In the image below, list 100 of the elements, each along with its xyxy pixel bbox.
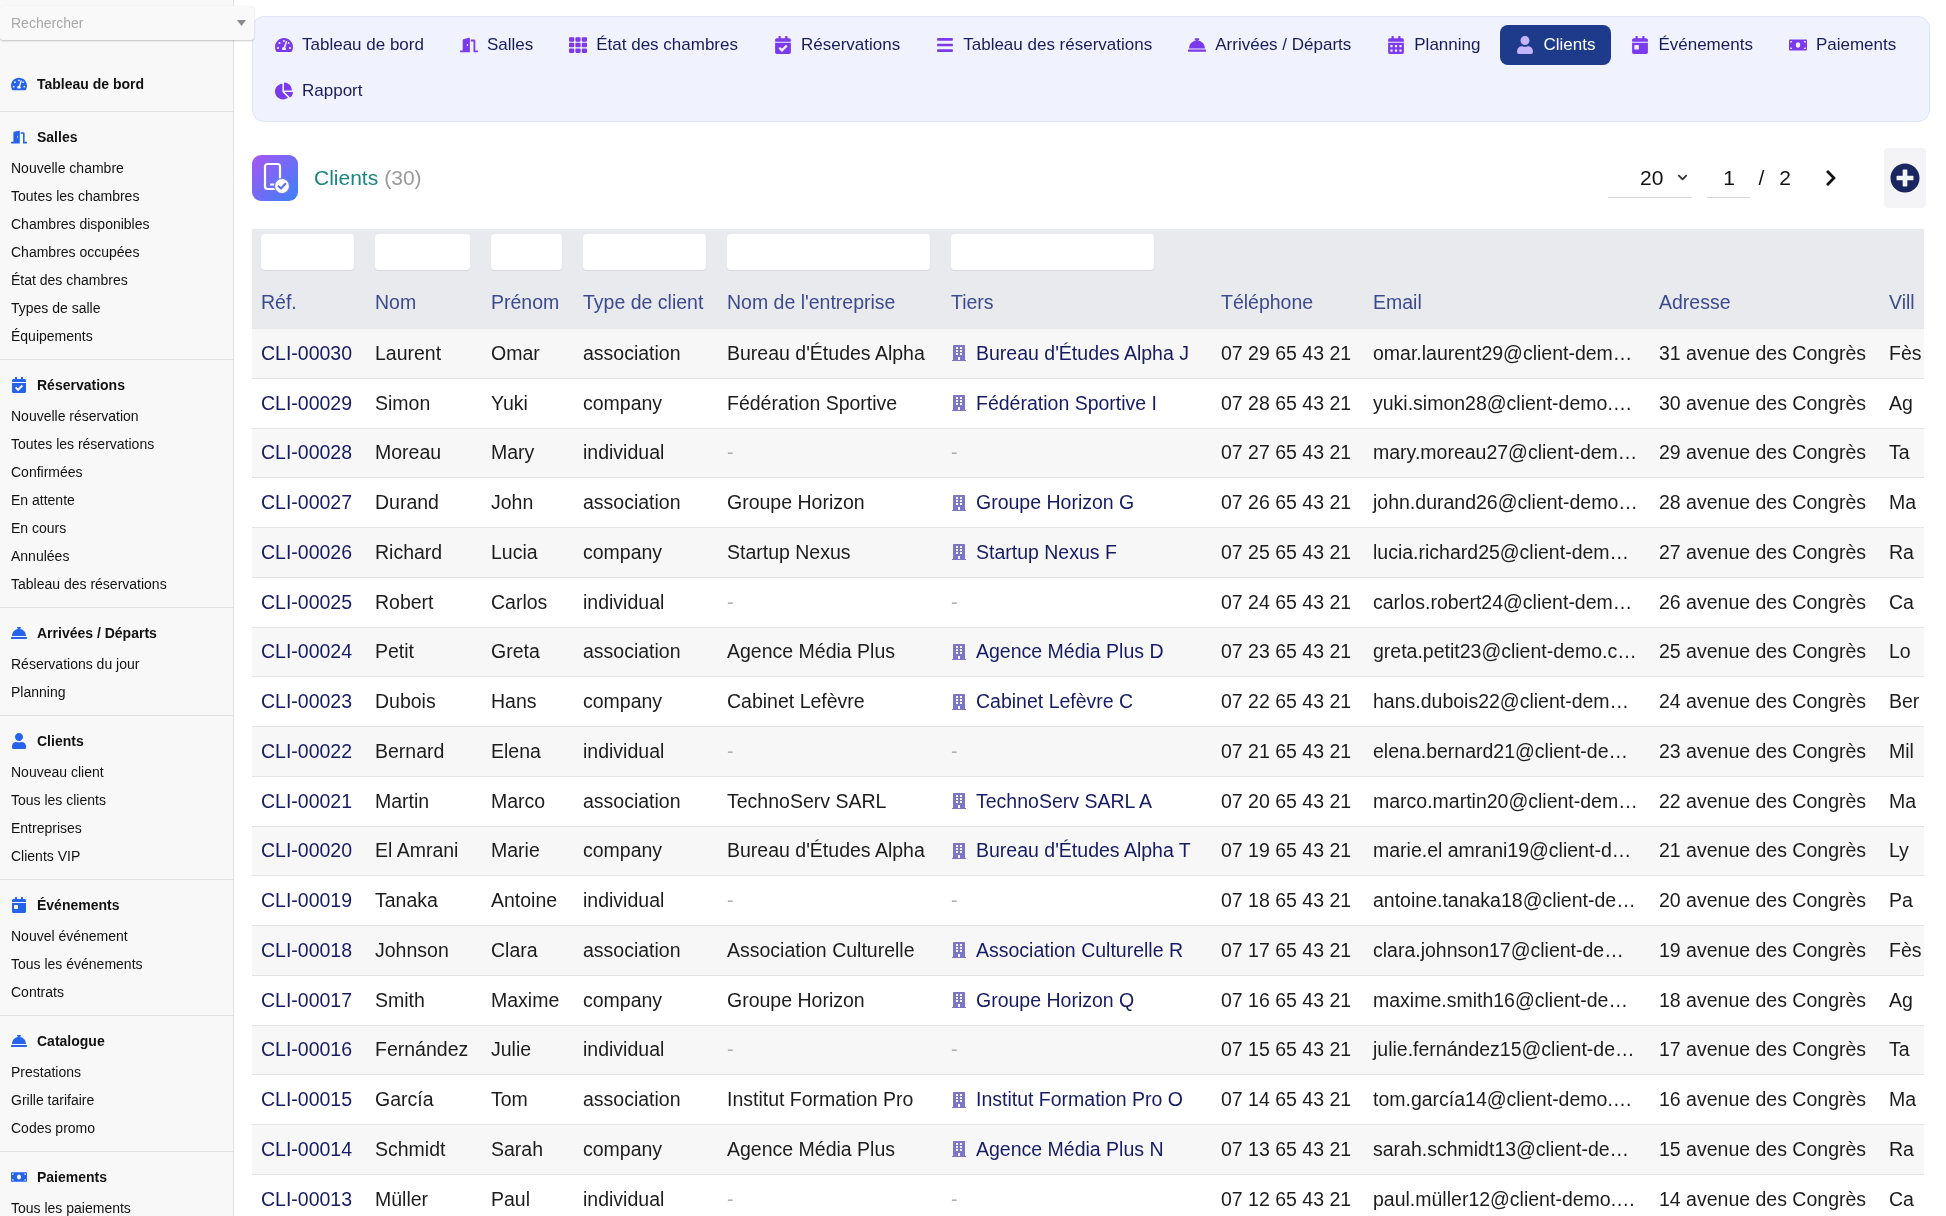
add-button[interactable]	[1884, 148, 1926, 208]
sidebar-link[interactable]: Nouveau client	[11, 764, 104, 780]
sidebar-link[interactable]: Contrats	[11, 984, 64, 1000]
sidebar-link[interactable]: Confirmées	[11, 464, 83, 480]
nav-tab[interactable]: Rapport	[259, 71, 379, 111]
sidebar-link[interactable]: Codes promo	[11, 1120, 96, 1136]
sidebar-link[interactable]: Clients VIP	[11, 848, 81, 864]
client-ref-link[interactable]: CLI-00030	[261, 341, 353, 365]
client-type: company	[583, 1137, 663, 1161]
nav-tab[interactable]: Tableau des réservations	[920, 25, 1169, 65]
client-ref-link[interactable]: CLI-00017	[261, 988, 353, 1012]
sidebar-heading[interactable]: Paiements	[11, 1163, 108, 1191]
sidebar-link[interactable]: Tous les clients	[11, 792, 106, 808]
client-ref-link[interactable]: CLI-00020	[261, 839, 353, 863]
nav-tab[interactable]: Clients	[1500, 25, 1612, 65]
filter-field[interactable]	[375, 234, 470, 270]
client-ref-link[interactable]: CLI-00014	[261, 1137, 353, 1161]
sidebar-link[interactable]: Chambres disponibles	[11, 216, 150, 232]
phone-number: 07 13 65 43 21	[1221, 1137, 1352, 1161]
nav-tab[interactable]: Événements	[1615, 25, 1769, 65]
street-address: 30 avenue des Congrès	[1659, 391, 1867, 415]
nav-tab[interactable]: Réservations	[758, 25, 917, 65]
filter-field[interactable]	[727, 234, 930, 270]
sidebar-link[interactable]: Tableau des réservations	[11, 576, 167, 592]
sidebar-link[interactable]: Nouvel événement	[11, 928, 128, 944]
sidebar-link[interactable]: Réservations du jour	[11, 656, 140, 672]
sidebar-heading[interactable]: Arrivées / Départs	[11, 619, 157, 647]
sidebar-link[interactable]: Planning	[11, 684, 66, 700]
bell-icon	[1188, 36, 1207, 54]
client-ref-link[interactable]: CLI-00022	[261, 739, 353, 763]
tiers-link[interactable]: Bureau d'Études Alpha J	[976, 341, 1189, 365]
page-input[interactable]: 1	[1707, 158, 1751, 198]
sidebar-link[interactable]: Équipements	[11, 328, 93, 344]
nav-tab[interactable]: État des chambres	[553, 25, 754, 65]
tiers-link[interactable]: Groupe Horizon Q	[976, 988, 1135, 1012]
filter-field[interactable]	[261, 234, 354, 270]
last-name: Fernández	[375, 1038, 469, 1062]
sidebar-link[interactable]: Chambres occupées	[11, 244, 140, 260]
sidebar-heading[interactable]: Tableau de bord	[11, 70, 145, 98]
sidebar-link[interactable]: Entreprises	[11, 820, 82, 836]
search-field[interactable]: Rechercher	[0, 6, 254, 40]
client-ref-link[interactable]: CLI-00019	[261, 889, 353, 913]
tiers-link[interactable]: Agence Média Plus N	[976, 1137, 1164, 1161]
client-ref-link[interactable]: CLI-00025	[261, 590, 353, 614]
page-size-select[interactable]: 20	[1608, 158, 1693, 198]
phone-number: 07 16 65 43 21	[1221, 988, 1352, 1012]
first-name: Julie	[491, 1038, 532, 1062]
client-ref-link[interactable]: CLI-00024	[261, 640, 353, 664]
client-ref-link[interactable]: CLI-00027	[261, 491, 353, 515]
client-ref-link[interactable]: CLI-00026	[261, 540, 353, 564]
sidebar-link[interactable]: Annulées	[11, 548, 70, 564]
client-ref-link[interactable]: CLI-00015	[261, 1088, 353, 1112]
sidebar-link[interactable]: Grille tarifaire	[11, 1092, 95, 1108]
client-ref-link[interactable]: CLI-00021	[261, 789, 353, 813]
sidebar-link[interactable]: Tous les paiements	[11, 1200, 131, 1216]
sidebar-link[interactable]: En cours	[11, 520, 67, 536]
tiers-link[interactable]: Cabinet Lefèvre C	[976, 690, 1134, 714]
phone-number: 07 24 65 43 21	[1221, 590, 1352, 614]
sidebar-link[interactable]: Nouvelle réservation	[11, 408, 139, 424]
sidebar-link[interactable]: En attente	[11, 492, 75, 508]
last-name: Petit	[375, 640, 415, 664]
client-ref-link[interactable]: CLI-00018	[261, 938, 353, 962]
filter-field[interactable]	[583, 234, 706, 270]
client-ref-link[interactable]: CLI-00016	[261, 1038, 353, 1062]
client-ref-link[interactable]: CLI-00023	[261, 690, 353, 714]
sidebar-link[interactable]: Tous les événements	[11, 956, 143, 972]
calendar-icon	[1631, 36, 1650, 54]
client-ref-link[interactable]: CLI-00013	[261, 1187, 353, 1211]
lines-icon	[936, 36, 955, 54]
empty-value: -	[727, 889, 734, 913]
sidebar-heading[interactable]: Catalogue	[11, 1027, 105, 1055]
sidebar-heading[interactable]: Salles	[11, 123, 78, 151]
nav-tab[interactable]: Tableau de bord	[259, 25, 440, 65]
tiers-link[interactable]: Bureau d'Études Alpha T	[976, 839, 1191, 863]
tiers-link[interactable]: Groupe Horizon G	[976, 491, 1135, 515]
company-name: Bureau d'Études Alpha	[727, 839, 925, 863]
filter-field[interactable]	[951, 234, 1154, 270]
sidebar-heading[interactable]: Clients	[11, 727, 84, 755]
sidebar-link[interactable]: Prestations	[11, 1064, 82, 1080]
tiers-link[interactable]: Startup Nexus F	[976, 540, 1117, 564]
nav-tab[interactable]: Arrivées / Départs	[1172, 25, 1368, 65]
client-ref-link[interactable]: CLI-00028	[261, 441, 353, 465]
nav-tab[interactable]: Paiements	[1772, 25, 1913, 65]
tiers-link[interactable]: TechnoServ SARL A	[976, 789, 1152, 813]
filter-field[interactable]	[491, 234, 562, 270]
sidebar-heading[interactable]: Événements	[11, 891, 120, 919]
tiers-link[interactable]: Association Culturelle R	[976, 938, 1183, 962]
sidebar-link[interactable]: Toutes les chambres	[11, 188, 140, 204]
nav-tab[interactable]: Salles	[443, 25, 550, 65]
nav-tab[interactable]: Planning	[1371, 25, 1497, 65]
sidebar-heading[interactable]: Réservations	[11, 371, 125, 399]
tiers-link[interactable]: Fédération Sportive I	[976, 391, 1157, 415]
tiers-link[interactable]: Agence Média Plus D	[976, 640, 1164, 664]
tiers-link[interactable]: Institut Formation Pro O	[976, 1088, 1183, 1112]
street-address: 26 avenue des Congrès	[1659, 590, 1867, 614]
sidebar-link[interactable]: Toutes les réservations	[11, 436, 155, 452]
sidebar-link[interactable]: État des chambres	[11, 272, 128, 288]
sidebar-link[interactable]: Types de salle	[11, 300, 101, 316]
sidebar-link[interactable]: Nouvelle chambre	[11, 160, 124, 176]
client-ref-link[interactable]: CLI-00029	[261, 391, 353, 415]
